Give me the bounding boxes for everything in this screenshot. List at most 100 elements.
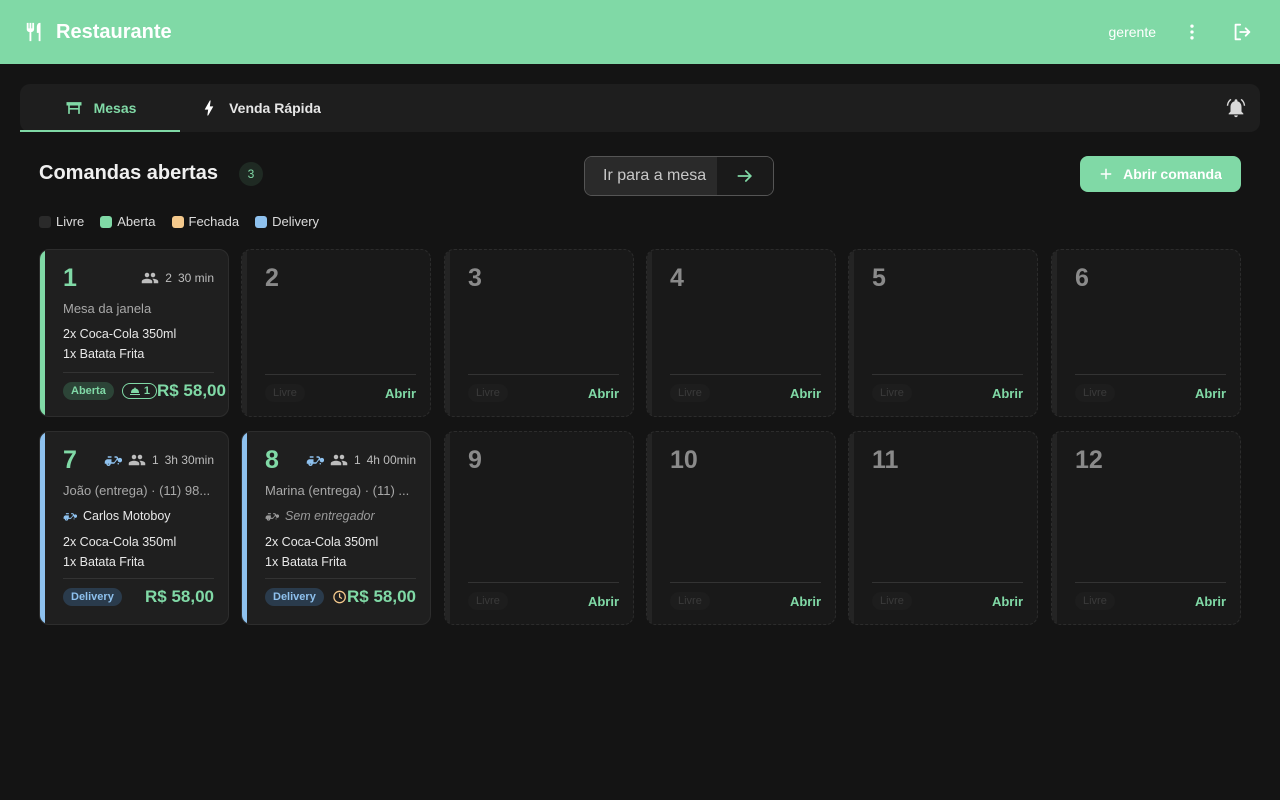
legend-label: Aberta [117, 214, 156, 229]
table-number: 4 [670, 264, 684, 292]
table-number: 10 [670, 446, 698, 474]
table-card-6[interactable]: 6 Livre Abrir [1051, 249, 1241, 417]
people-icon [330, 454, 348, 466]
status-stripe [849, 432, 854, 624]
table-number: 5 [872, 264, 886, 292]
card-footer: Livre Abrir [468, 384, 619, 402]
card-footer: Livre Abrir [670, 384, 821, 402]
table-card-8[interactable]: 8 1 4h 00min Marina (entrega) · (11) ...… [241, 431, 431, 625]
order-total: R$ 58,00 [156, 381, 226, 400]
status-stripe [242, 250, 247, 416]
table-card-7[interactable]: 7 1 3h 30min João (entrega) · (11) 98...… [39, 431, 229, 625]
open-table-button[interactable]: Abrir [1195, 386, 1226, 401]
status-stripe [40, 250, 45, 416]
table-card-9[interactable]: 9 Livre Abrir [444, 431, 634, 625]
guest-count: 1 [151, 453, 159, 467]
open-table-button[interactable]: Abrir [385, 386, 416, 401]
elapsed-time: 4h 00min [366, 453, 416, 467]
goto-table [584, 156, 774, 196]
table-number: 8 [265, 446, 279, 474]
open-table-button[interactable]: Abrir [1195, 594, 1226, 609]
divider [468, 374, 619, 375]
status-stripe [647, 432, 652, 624]
table-card-11[interactable]: 11 Livre Abrir [848, 431, 1038, 625]
table-card-5[interactable]: 5 Livre Abrir [848, 249, 1038, 417]
tab-mesas[interactable]: Mesas [20, 84, 180, 132]
legend-livre: Livre [39, 214, 84, 229]
elapsed-time: 3h 30min [164, 453, 214, 467]
app-bar: Restaurante gerente [0, 0, 1280, 64]
table-card-1[interactable]: 1 2 30 min Mesa da janela 2x Coca-Cola 3… [39, 249, 229, 417]
legend-label: Livre [56, 214, 85, 229]
tab-venda-rapida[interactable]: Venda Rápida [180, 84, 340, 132]
legend-delivery: Delivery [255, 214, 319, 229]
status-badge: Delivery [63, 588, 122, 606]
order-item: 1x Batata Frita [63, 346, 145, 361]
card-footer: Livre Abrir [872, 384, 1023, 402]
goto-table-input[interactable] [585, 157, 717, 195]
customer-info: Marina (entrega) · (11) ... [265, 483, 410, 498]
order-item: 2x Coca-Cola 350ml [63, 535, 177, 549]
app-title: Restaurante [56, 20, 172, 43]
notifications-button[interactable] [1212, 84, 1260, 132]
more-vert-icon [1190, 24, 1194, 40]
divider [1075, 374, 1226, 375]
scooter-icon [265, 513, 279, 521]
divider [63, 372, 214, 373]
table-card-2[interactable]: 2 Livre Abrir [241, 249, 431, 417]
page-title: Comandas abertas [39, 162, 218, 184]
card-footer: Aberta 1 R$ 58,00 [63, 381, 226, 401]
divider [265, 578, 416, 579]
table-number: 1 [63, 264, 77, 292]
open-order-button[interactable]: Abrir comanda [1080, 156, 1241, 192]
table-card-3[interactable]: 3 Livre Abrir [444, 249, 634, 417]
open-table-button[interactable]: Abrir [790, 386, 821, 401]
legend-aberta: Aberta [100, 214, 156, 229]
table-number: 12 [1075, 446, 1103, 474]
pending-count: 1 [143, 385, 150, 397]
status-badge: Livre [1075, 592, 1115, 610]
card-footer: Delivery R$ 58,00 [265, 587, 416, 607]
open-table-button[interactable]: Abrir [992, 594, 1023, 609]
table-card-10[interactable]: 10 Livre Abrir [646, 431, 836, 625]
legend-swatch [255, 215, 268, 228]
table-number: 7 [63, 446, 77, 474]
open-table-button[interactable]: Abrir [992, 386, 1023, 401]
status-badge: Livre [1075, 384, 1115, 402]
divider [265, 374, 416, 375]
status-badge: Livre [872, 592, 912, 610]
status-badge: Livre [265, 384, 305, 402]
courier: Carlos Motoboy [63, 509, 171, 523]
courier: Sem entregador [265, 509, 375, 523]
table-number: 9 [468, 446, 482, 474]
table-card-12[interactable]: 12 Livre Abrir [1051, 431, 1241, 625]
card-footer: Livre Abrir [872, 592, 1023, 610]
scooter-icon [63, 513, 77, 521]
legend-swatch [39, 215, 51, 228]
bolt-icon [204, 100, 214, 116]
people-icon [142, 272, 159, 284]
table-card-4[interactable]: 4 Livre Abrir [646, 249, 836, 417]
divider [63, 578, 214, 579]
order-item: 2x Coca-Cola 350ml [63, 327, 177, 341]
status-badge: Livre [670, 592, 710, 610]
goto-table-button[interactable] [717, 157, 773, 195]
table-meta: 1 4h 00min [306, 451, 416, 469]
status-badge: Aberta [63, 382, 114, 400]
divider [1075, 582, 1226, 583]
more-menu-button[interactable] [1178, 18, 1206, 46]
status-badge: Livre [872, 384, 912, 402]
table-icon [66, 102, 82, 114]
open-table-button[interactable]: Abrir [588, 594, 619, 609]
order-total: R$ 58,00 [347, 587, 416, 606]
status-badge: Livre [468, 384, 508, 402]
logout-button[interactable] [1228, 18, 1256, 46]
open-count-badge: 3 [239, 162, 263, 186]
order-item: 2x Coca-Cola 350ml [265, 535, 379, 549]
people-icon [128, 454, 146, 466]
open-table-button[interactable]: Abrir [790, 594, 821, 609]
order-items: 2x Coca-Cola 350ml 1x Batata Frita [63, 325, 176, 364]
open-table-button[interactable]: Abrir [588, 386, 619, 401]
username: gerente [1108, 24, 1156, 40]
legend-swatch [100, 215, 113, 228]
